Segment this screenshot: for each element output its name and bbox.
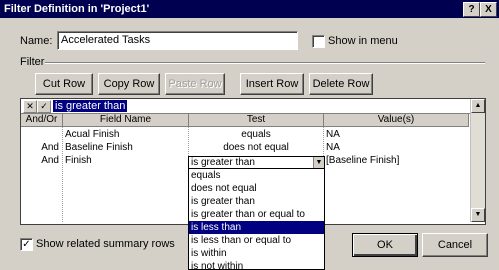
dropdown-option[interactable]: is within — [189, 247, 324, 260]
filter-label: Filter — [20, 56, 45, 68]
show-in-menu-label: Show in menu — [328, 35, 398, 47]
row-2-field[interactable]: Baseline Finish — [65, 141, 187, 154]
name-label: Name: — [20, 35, 53, 47]
dropdown-option[interactable]: is greater than or equal to — [189, 208, 324, 221]
row-1-test[interactable]: equals — [190, 128, 322, 141]
insert-row-button[interactable]: Insert Row — [240, 73, 304, 95]
close-button[interactable]: X — [480, 2, 497, 17]
row-3-field[interactable]: Finish — [65, 154, 187, 167]
row-3-value[interactable]: [Baseline Finish] — [326, 154, 466, 167]
cut-row-button[interactable]: Cut Row — [35, 73, 93, 95]
row-1-value[interactable]: NA — [326, 128, 466, 141]
column-header-field-name[interactable]: Field Name — [63, 114, 189, 127]
scroll-down-icon[interactable]: ▼ — [471, 208, 485, 222]
column-header-test[interactable]: Test — [189, 114, 324, 127]
row-1-field[interactable]: Acual Finish — [65, 128, 187, 141]
dropdown-option-selected[interactable]: is less than — [189, 221, 324, 234]
dropdown-option[interactable]: is greater than — [189, 195, 324, 208]
edit-bar: ✕ ✓ is greater than — [21, 99, 483, 114]
accept-edit-icon[interactable]: ✓ — [37, 100, 51, 113]
dropdown-option[interactable]: is not within — [189, 260, 324, 269]
dropdown-option[interactable]: is less than or equal to — [189, 234, 324, 247]
window-title: Filter Definition in 'Project1' — [4, 3, 150, 15]
show-in-menu-checkbox[interactable] — [312, 35, 325, 48]
edit-bar-input[interactable]: is greater than — [53, 100, 128, 112]
row-2-test[interactable]: does not equal — [190, 141, 322, 154]
row-2-value[interactable]: NA — [326, 141, 466, 154]
cancel-button[interactable]: Cancel — [422, 233, 488, 257]
column-header-values[interactable]: Value(s) — [324, 114, 469, 127]
paste-row-button[interactable]: Paste Row — [165, 73, 225, 95]
copy-row-button[interactable]: Copy Row — [98, 73, 160, 95]
row-3-andor[interactable]: And — [23, 154, 59, 167]
test-dropdown-list: equals does not equal is greater than is… — [188, 168, 325, 270]
row-2-andor[interactable]: And — [23, 141, 59, 154]
name-input[interactable]: Accelerated Tasks — [57, 31, 298, 50]
cancel-edit-icon[interactable]: ✕ — [23, 100, 37, 113]
grid-scrollbar[interactable]: ▲ ▼ — [470, 99, 485, 222]
show-summary-checkbox[interactable]: ✓ — [20, 238, 33, 251]
ok-button[interactable]: OK — [352, 233, 418, 257]
column-header-andor[interactable]: And/Or — [21, 114, 63, 127]
show-summary-label: Show related summary rows — [36, 238, 175, 250]
name-input-value: Accelerated Tasks — [61, 34, 151, 46]
dropdown-option[interactable]: equals — [189, 169, 324, 182]
dropdown-option[interactable]: does not equal — [189, 182, 324, 195]
delete-row-button[interactable]: Delete Row — [309, 73, 373, 95]
column-divider — [62, 127, 63, 222]
row-1-andor[interactable] — [23, 128, 59, 141]
filter-divider — [45, 62, 485, 64]
help-button[interactable]: ? — [463, 2, 480, 17]
title-bar: Filter Definition in 'Project1' ? X — [0, 0, 499, 18]
scroll-up-icon[interactable]: ▲ — [471, 99, 485, 113]
